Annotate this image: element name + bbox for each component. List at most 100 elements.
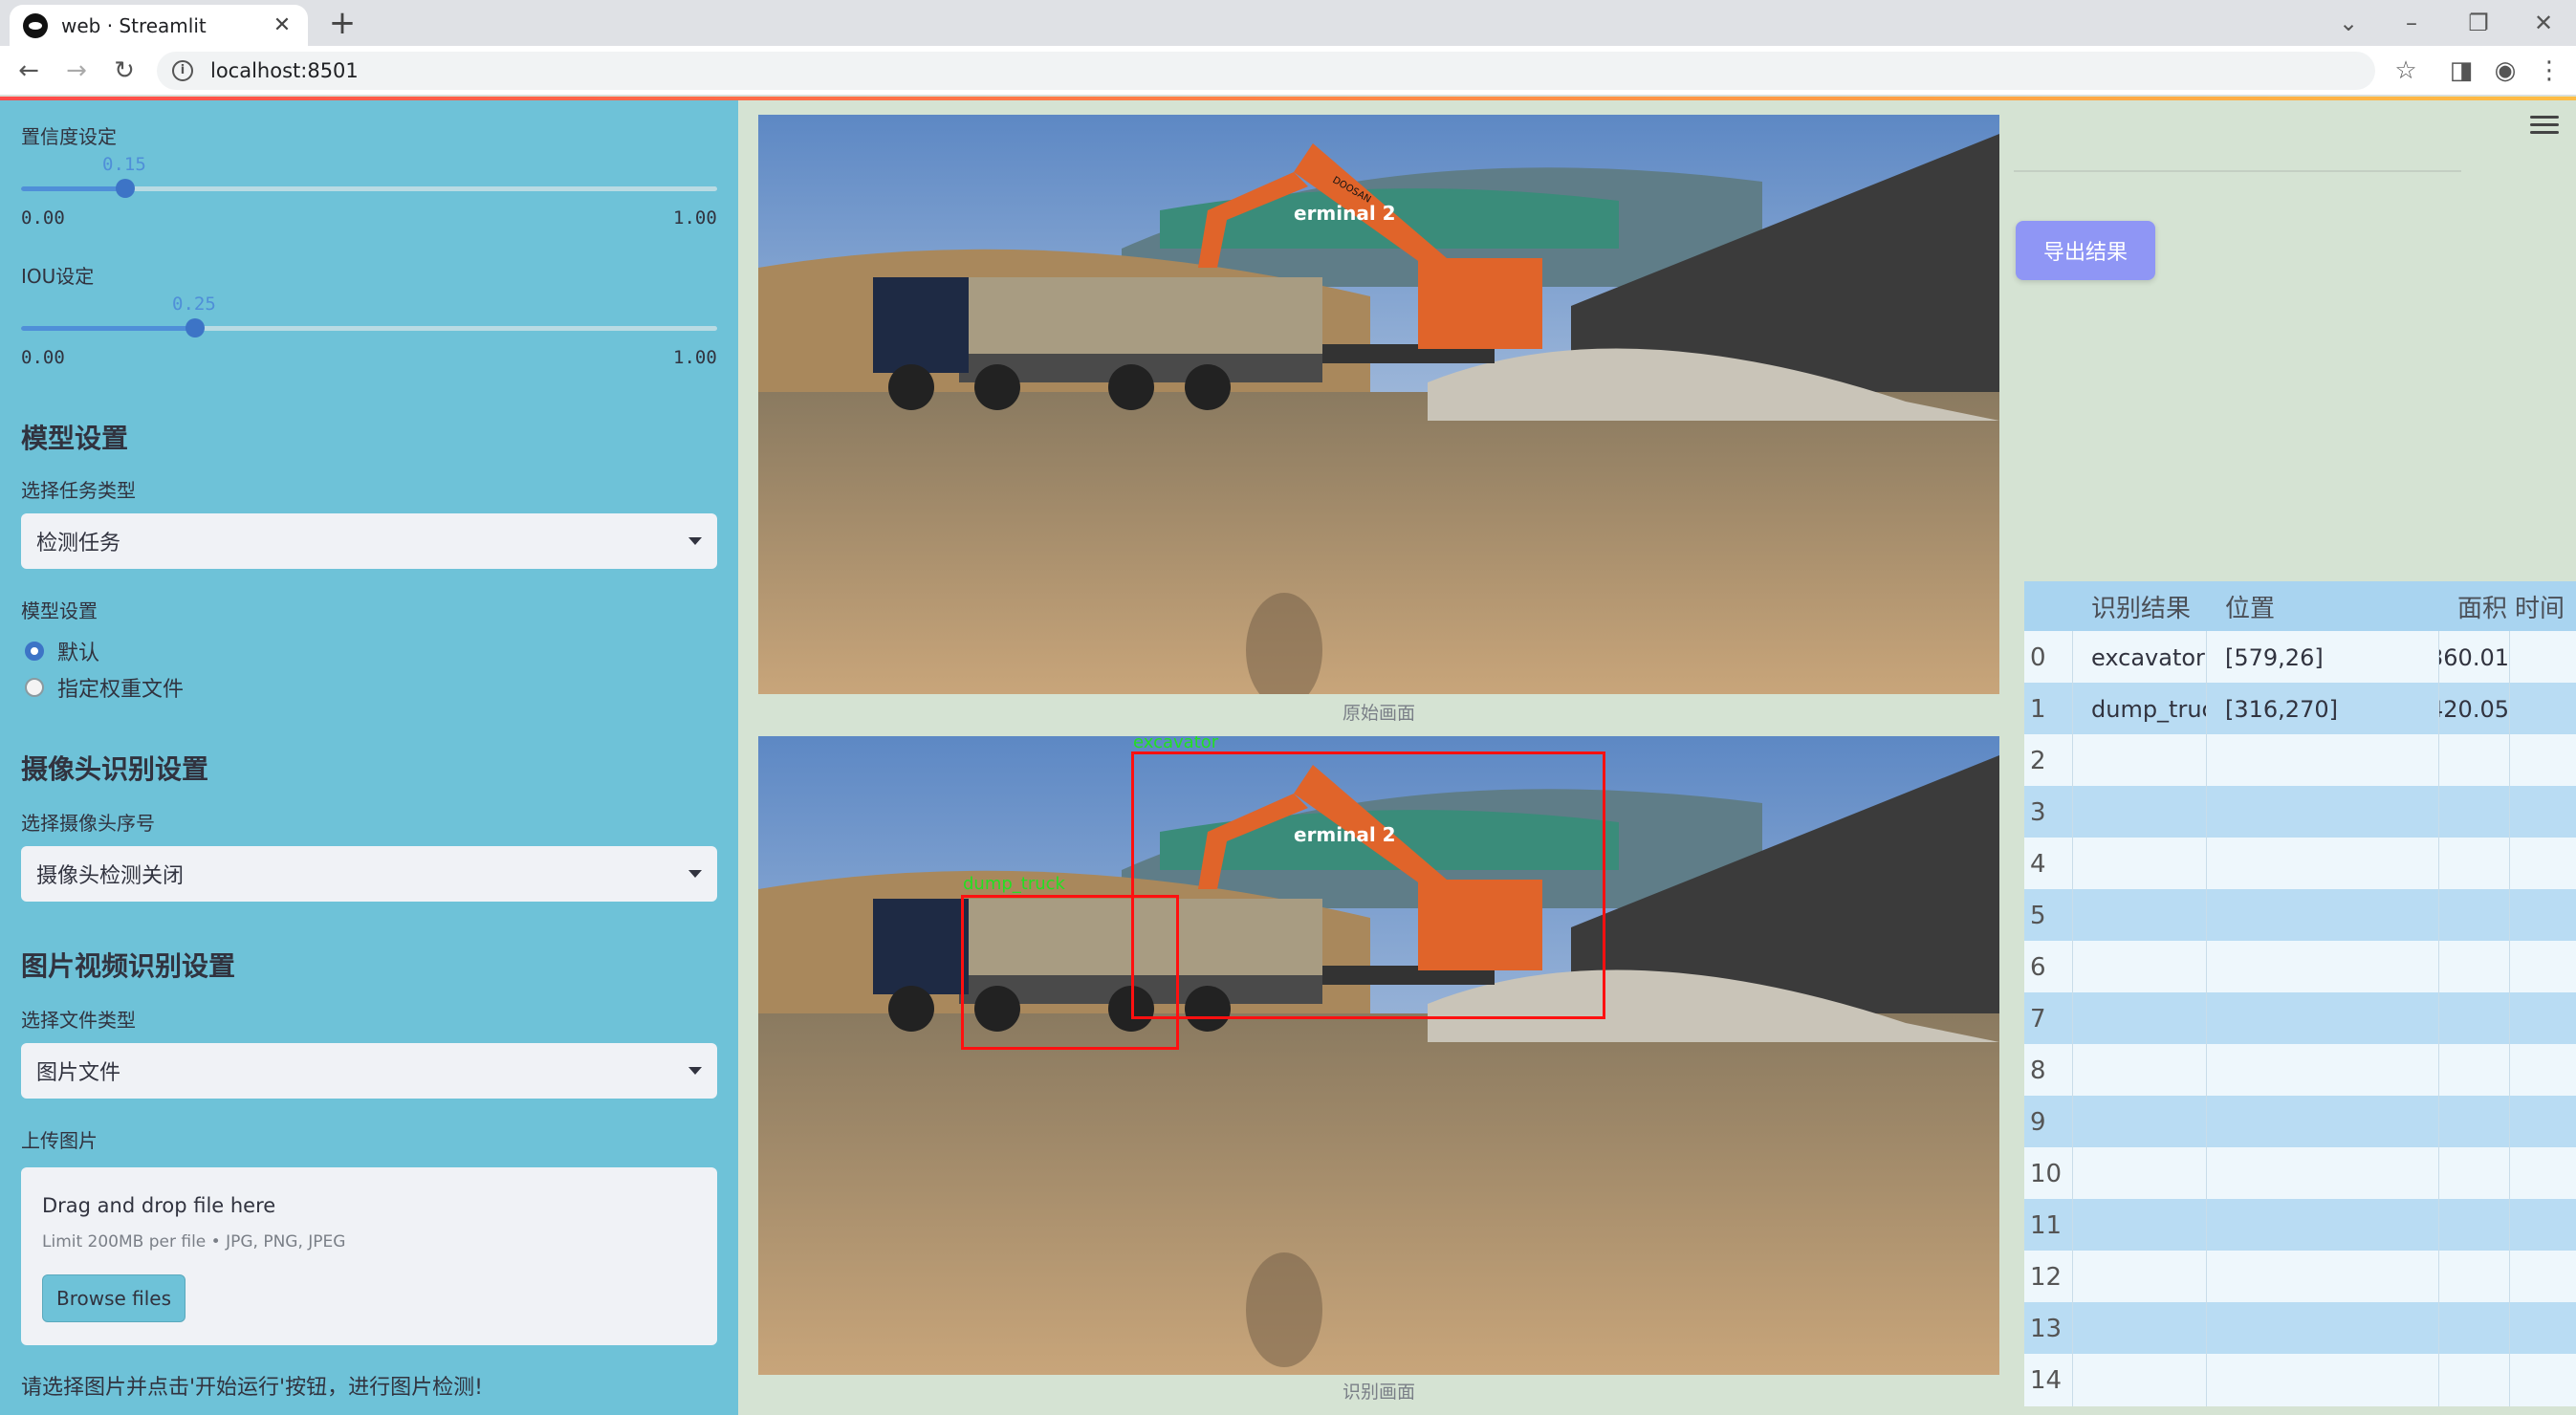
close-window-button[interactable]: ✕ — [2524, 6, 2563, 40]
bookmark-star-icon[interactable]: ☆ — [2389, 54, 2423, 88]
column-divider — [2072, 1199, 2073, 1252]
column-header-result[interactable]: 识别结果 — [2072, 581, 2206, 631]
table-row[interactable]: 7 — [2024, 992, 2576, 1045]
forward-arrow-icon[interactable]: → — [59, 54, 94, 88]
media-section-title: 图片视频识别设置 — [21, 950, 236, 982]
reload-icon[interactable]: ↻ — [107, 54, 142, 88]
task-type-value: 检测任务 — [36, 532, 121, 555]
tab-close-icon[interactable]: ✕ — [270, 13, 295, 37]
row-index: 2 — [2030, 746, 2046, 775]
file-uploader-dropzone[interactable]: Drag and drop file here Limit 200MB per … — [21, 1167, 717, 1345]
cell-area — [2438, 941, 2509, 993]
cell-area — [2438, 1251, 2509, 1303]
table-row[interactable]: 12 — [2024, 1251, 2576, 1303]
column-divider — [2072, 1354, 2073, 1406]
table-row[interactable]: 13 — [2024, 1302, 2576, 1355]
table-row[interactable]: 3 — [2024, 786, 2576, 838]
cell-area: 1652420.05 — [2438, 695, 2509, 723]
browser-menu-icon[interactable]: ⋮ — [2532, 54, 2566, 88]
back-arrow-icon[interactable]: ← — [11, 54, 46, 88]
column-divider — [2438, 1251, 2439, 1303]
cell-result — [2072, 889, 2206, 942]
restore-button[interactable]: ❐ — [2459, 6, 2498, 40]
cell-position — [2206, 838, 2438, 890]
column-header-time[interactable]: 时间 — [2509, 581, 2576, 631]
radio-default[interactable]: 默认 — [25, 636, 99, 666]
cell-result: dump_truck — [2091, 695, 2206, 723]
export-results-button[interactable]: 导出结果 — [2016, 221, 2155, 280]
column-divider — [2206, 889, 2207, 942]
iou-slider[interactable] — [21, 318, 717, 337]
iou-slider-thumb[interactable] — [186, 318, 205, 337]
profile-avatar-icon[interactable]: ◉ — [2488, 54, 2522, 88]
table-row[interactable]: 9 — [2024, 1096, 2576, 1148]
radio-custom-weights[interactable]: 指定权重文件 — [25, 672, 184, 703]
iou-value: 0.25 — [172, 294, 216, 315]
column-divider — [2509, 631, 2510, 684]
cell-time — [2509, 1354, 2576, 1406]
hamburger-menu-icon[interactable] — [2530, 116, 2559, 139]
browser-tab[interactable]: web · Streamlit ✕ — [10, 5, 308, 46]
table-row[interactable]: 1 dump_truck [316,270] 1652420.05 — [2024, 683, 2576, 735]
new-tab-button[interactable]: + — [325, 6, 360, 40]
column-divider — [2206, 1354, 2207, 1406]
radio-selected-icon — [25, 642, 44, 661]
table-row[interactable]: 11 — [2024, 1199, 2576, 1252]
cell-area — [2438, 734, 2509, 787]
column-header-position[interactable]: 位置 — [2206, 581, 2438, 631]
cell-time — [2509, 941, 2576, 993]
row-index: 6 — [2030, 952, 2046, 982]
detection-box-excavator — [1131, 751, 1605, 1019]
cell-result — [2072, 786, 2206, 838]
table-row[interactable]: 5 — [2024, 889, 2576, 942]
cell-time — [2509, 1044, 2576, 1097]
cell-result — [2072, 1096, 2206, 1148]
upload-label: 上传图片 — [21, 1129, 98, 1152]
cell-position — [2206, 889, 2438, 942]
table-row[interactable]: 8 — [2024, 1044, 2576, 1097]
iou-slider-fill — [21, 326, 195, 331]
url-text: localhost:8501 — [210, 59, 359, 82]
task-type-select[interactable]: 检测任务 — [21, 513, 717, 569]
radio-unselected-icon — [25, 678, 44, 697]
column-divider — [2438, 992, 2439, 1045]
table-row[interactable]: 14 — [2024, 1354, 2576, 1406]
table-row[interactable]: 10 — [2024, 1147, 2576, 1200]
cell-time — [2509, 1096, 2576, 1148]
table-row[interactable]: 6 — [2024, 941, 2576, 993]
site-info-icon[interactable]: i — [172, 60, 193, 81]
column-divider — [2206, 1096, 2207, 1148]
column-header-area[interactable]: 面积 — [2438, 581, 2509, 631]
detection-label-excavator: excavator — [1133, 736, 1219, 752]
file-type-select[interactable]: 图片文件 — [21, 1043, 717, 1099]
table-row[interactable]: 4 — [2024, 838, 2576, 890]
column-divider — [2509, 838, 2510, 890]
tab-search-chevron-icon[interactable]: ⌄ — [2329, 6, 2368, 40]
cell-position — [2206, 734, 2438, 787]
cell-area — [2438, 889, 2509, 942]
column-divider — [2206, 941, 2207, 993]
confidence-slider[interactable] — [21, 179, 717, 198]
column-divider — [2509, 1302, 2510, 1355]
column-divider — [2438, 941, 2439, 993]
confidence-slider-fill — [21, 186, 125, 191]
table-header-index — [2024, 581, 2072, 631]
confidence-slider-thumb[interactable] — [116, 179, 135, 198]
cell-position — [2206, 1096, 2438, 1148]
column-divider — [2509, 1199, 2510, 1252]
cell-position — [2206, 1199, 2438, 1252]
side-panel-icon[interactable]: ◨ — [2444, 54, 2478, 88]
cell-position — [2206, 1251, 2438, 1303]
cell-time — [2509, 1199, 2576, 1252]
camera-index-select[interactable]: 摄像头检测关闭 — [21, 846, 717, 902]
column-divider — [2509, 941, 2510, 993]
table-row[interactable]: 2 — [2024, 734, 2576, 787]
radio-default-label: 默认 — [57, 642, 100, 665]
table-row[interactable]: 0 excavator [579,26] 3279360.01 — [2024, 631, 2576, 684]
url-omnibox[interactable]: i localhost:8501 — [157, 52, 2375, 90]
cell-time — [2509, 734, 2576, 787]
minimize-button[interactable]: – — [2392, 6, 2431, 40]
column-divider — [2072, 1096, 2073, 1148]
column-divider — [2206, 1251, 2207, 1303]
browse-files-button[interactable]: Browse files — [42, 1274, 186, 1322]
